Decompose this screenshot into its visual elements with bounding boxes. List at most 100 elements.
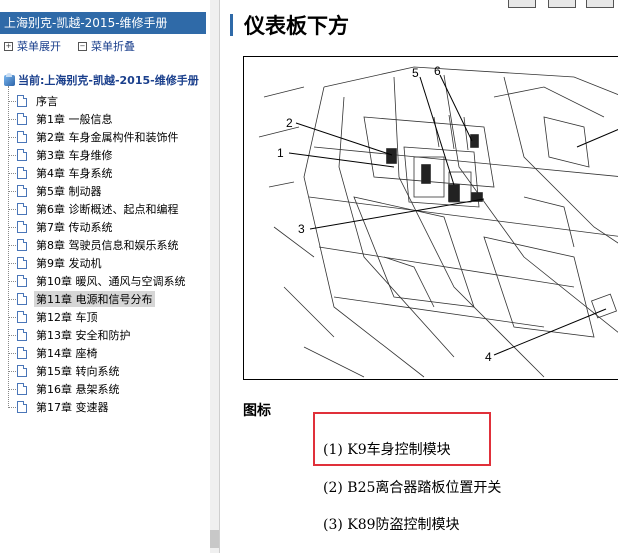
document-icon — [17, 257, 27, 269]
tree-connector — [8, 154, 16, 156]
toc-item-label: 第5章 制动器 — [36, 185, 102, 198]
diagram-figure: 2 1 3 4 5 6 — [243, 56, 618, 380]
tree-connector — [8, 316, 16, 318]
toc-item-label: 第12章 车顶 — [36, 311, 98, 324]
toc-item-label: 第11章 电源和信号分布 — [34, 291, 155, 307]
toc-item-label: 第17章 变速器 — [36, 401, 109, 414]
book-icon — [4, 72, 15, 86]
callout-6: 6 — [434, 64, 441, 78]
toc-item-label: 第13章 安全和防护 — [36, 329, 131, 342]
toc-item[interactable]: 第15章 转向系统 — [8, 362, 122, 380]
toc-item-label: 第3章 车身维修 — [36, 149, 113, 162]
callout-3: 3 — [298, 222, 305, 236]
document-icon — [17, 329, 27, 341]
callout-4: 4 — [485, 350, 492, 364]
tree-connector — [8, 118, 16, 120]
toc-item[interactable]: 第16章 悬架系统 — [8, 380, 122, 398]
tree-connector — [8, 334, 16, 336]
page-title: 仪表板下方 — [244, 14, 349, 38]
collapse-icon: − — [78, 41, 87, 51]
toc-item-label: 第7章 传动系统 — [36, 221, 113, 234]
toc-item[interactable]: 第12章 车顶 — [8, 308, 100, 326]
callout-1: 1 — [277, 146, 284, 160]
document-icon — [17, 95, 27, 107]
toc-item-label: 第2章 车身金属构件和装饰件 — [36, 131, 179, 144]
document-icon — [17, 275, 27, 287]
toc-item[interactable]: 第6章 诊断概述、起点和编程 — [8, 200, 181, 218]
callout-5: 5 — [412, 66, 419, 80]
tree-connector — [8, 280, 16, 282]
document-icon — [17, 131, 27, 143]
document-icon — [17, 113, 27, 125]
expand-menu-button[interactable]: + 菜单展开 — [4, 38, 61, 54]
tree-root-label: 当前:上海别克-凯越-2015-维修手册 — [18, 74, 199, 87]
content-pane: 仪表板下方 2 1 3 4 5 6 图标 (1) K9车身控制模块 (2) B2… — [230, 0, 618, 553]
toc-item[interactable]: 第2章 车身金属构件和装饰件 — [8, 128, 181, 146]
toc-scrollbar-thumb[interactable] — [210, 530, 219, 548]
document-icon — [17, 293, 27, 305]
document-icon — [17, 203, 27, 215]
toc-item[interactable]: 第11章 电源和信号分布 — [8, 290, 155, 308]
document-icon — [17, 149, 27, 161]
toc-item-label: 第14章 座椅 — [36, 347, 98, 360]
document-icon — [17, 185, 27, 197]
toc-title-bar: 上海别克-凯越-2015-维修手册 — [0, 12, 206, 34]
toc-item[interactable]: 第1章 一般信息 — [8, 110, 115, 128]
highlight-box — [313, 412, 491, 466]
toc-item-label: 序言 — [36, 95, 58, 108]
toc-item[interactable]: 第5章 制动器 — [8, 182, 104, 200]
toolbar-button[interactable] — [548, 0, 576, 8]
toc-item[interactable]: 第3章 车身维修 — [8, 146, 115, 164]
collapse-menu-button[interactable]: − 菜单折叠 — [78, 38, 135, 54]
dashboard-diagram: 2 1 3 4 5 6 — [258, 64, 618, 378]
expand-menu-label: 菜单展开 — [17, 40, 61, 53]
document-icon — [17, 383, 27, 395]
tree-root[interactable]: 当前:上海别克-凯越-2015-维修手册 — [4, 72, 199, 88]
document-icon — [17, 401, 27, 413]
toc-item[interactable]: 第8章 驾驶员信息和娱乐系统 — [8, 236, 181, 254]
tree-connector — [8, 244, 16, 246]
toc-item-label: 第15章 转向系统 — [36, 365, 120, 378]
toolbar-strip — [230, 0, 618, 8]
document-icon — [17, 365, 27, 377]
legend-heading: 图标 — [243, 403, 271, 419]
tree-connector — [8, 262, 16, 264]
collapse-menu-label: 菜单折叠 — [91, 40, 135, 53]
title-marker — [230, 14, 233, 36]
toc-item-label: 第4章 车身系统 — [36, 167, 113, 180]
callout-2: 2 — [286, 116, 293, 130]
toolbar-button[interactable] — [586, 0, 614, 8]
tree-connector — [8, 208, 16, 210]
toolbar-button[interactable] — [508, 0, 536, 8]
toc-item[interactable]: 第14章 座椅 — [8, 344, 100, 362]
document-icon — [17, 347, 27, 359]
tree-connector — [8, 226, 16, 228]
document-icon — [17, 167, 27, 179]
toc-item[interactable]: 第13章 安全和防护 — [8, 326, 133, 344]
tree-connector — [8, 136, 16, 138]
toc-item[interactable]: 第4章 车身系统 — [8, 164, 115, 182]
pane-divider[interactable] — [219, 0, 220, 553]
tree-connector — [8, 298, 16, 300]
tree-connector — [8, 388, 16, 390]
legend-item: (2) B25离合器踏板位置开关 — [323, 480, 502, 496]
toc-item[interactable]: 第9章 发动机 — [8, 254, 104, 272]
document-icon — [17, 221, 27, 233]
toc-item-label: 第16章 悬架系统 — [36, 383, 120, 396]
legend-item: (3) K89防盗控制模块 — [323, 517, 460, 533]
toc-item-label: 第1章 一般信息 — [36, 113, 113, 126]
toc-item[interactable]: 第17章 变速器 — [8, 398, 111, 416]
document-icon — [17, 311, 27, 323]
tree-connector — [8, 172, 16, 174]
document-icon — [17, 239, 27, 251]
tree-connector — [8, 100, 16, 102]
toc-item-label: 第10章 暖风、通风与空调系统 — [36, 275, 186, 288]
toc-scrollbar[interactable] — [210, 0, 219, 553]
toc-item[interactable]: 序言 — [8, 92, 60, 110]
toc-pane: 上海别克-凯越-2015-维修手册 + 菜单展开 − 菜单折叠 当前:上海别克-… — [0, 0, 211, 553]
toc-item[interactable]: 第7章 传动系统 — [8, 218, 115, 236]
toc-item-label: 第9章 发动机 — [36, 257, 102, 270]
toc-item[interactable]: 第10章 暖风、通风与空调系统 — [8, 272, 188, 290]
tree-connector — [8, 406, 16, 408]
toc-item-label: 第8章 驾驶员信息和娱乐系统 — [36, 239, 179, 252]
